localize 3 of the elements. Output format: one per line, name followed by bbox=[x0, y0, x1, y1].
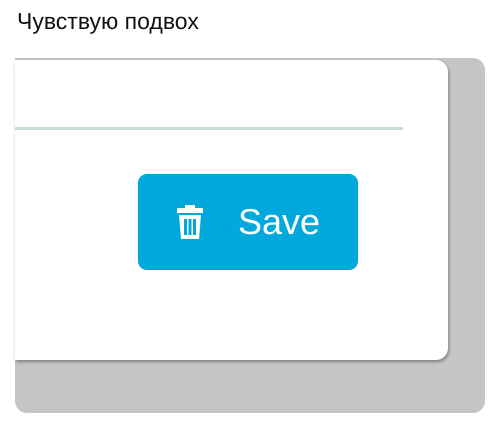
post-caption: Чувствую подвох bbox=[16, 7, 200, 36]
save-button[interactable]: Save bbox=[138, 174, 358, 270]
trash-icon bbox=[176, 205, 204, 239]
